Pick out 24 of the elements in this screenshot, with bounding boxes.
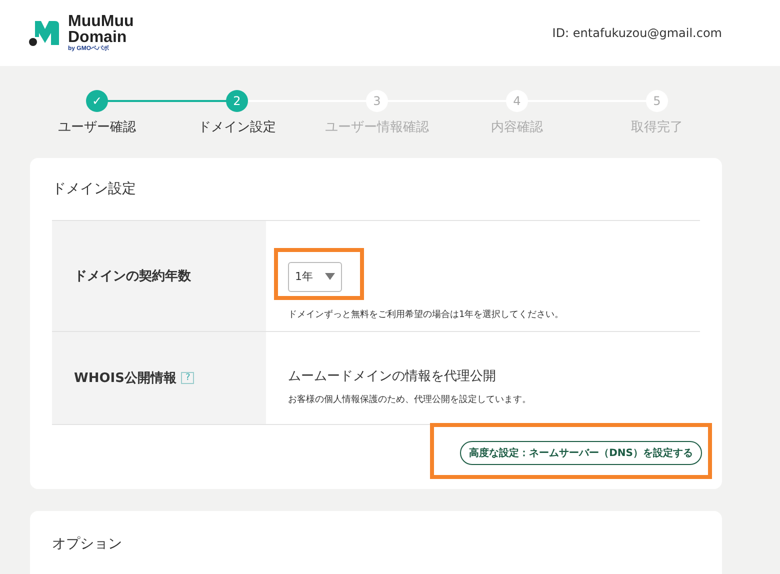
- step-circle: 3: [366, 90, 388, 112]
- step-circle: 4: [506, 90, 528, 112]
- row-label: ドメインの契約年数: [74, 268, 191, 285]
- account-id: ID: entafukuzou@gmail.com: [552, 26, 722, 40]
- logo-icon: [28, 19, 62, 47]
- section-title: オプション: [52, 535, 123, 553]
- step-label: 取得完了: [631, 119, 683, 136]
- step-label: ユーザー情報確認: [325, 119, 429, 136]
- step-label: ドメイン設定: [198, 119, 276, 136]
- year-select[interactable]: 1年: [288, 262, 342, 292]
- step-circle: ✓: [86, 90, 108, 112]
- caret-icon: [325, 273, 335, 280]
- step-label: 内容確認: [491, 119, 543, 136]
- whois-value: ムームードメインの情報を代理公開: [288, 368, 497, 384]
- logo-text: MuuMuu: [68, 14, 134, 30]
- step-circle: 5: [646, 90, 668, 112]
- advanced-dns-button[interactable]: 高度な設定：ネームサーバー（DNS）を設定する: [460, 441, 702, 465]
- row-label: WHOIS公開情報: [74, 370, 176, 387]
- row-note: お客様の個人情報保護のため、代理公開を設定しています。: [288, 394, 532, 406]
- step-circle: 2: [226, 90, 248, 112]
- row-note: ドメインずっと無料をご利用希望の場合は1年を選択してください。: [288, 308, 565, 320]
- logo-text: Domain: [68, 30, 128, 46]
- section-title: ドメイン設定: [52, 180, 137, 198]
- step-label: ユーザー確認: [58, 119, 136, 136]
